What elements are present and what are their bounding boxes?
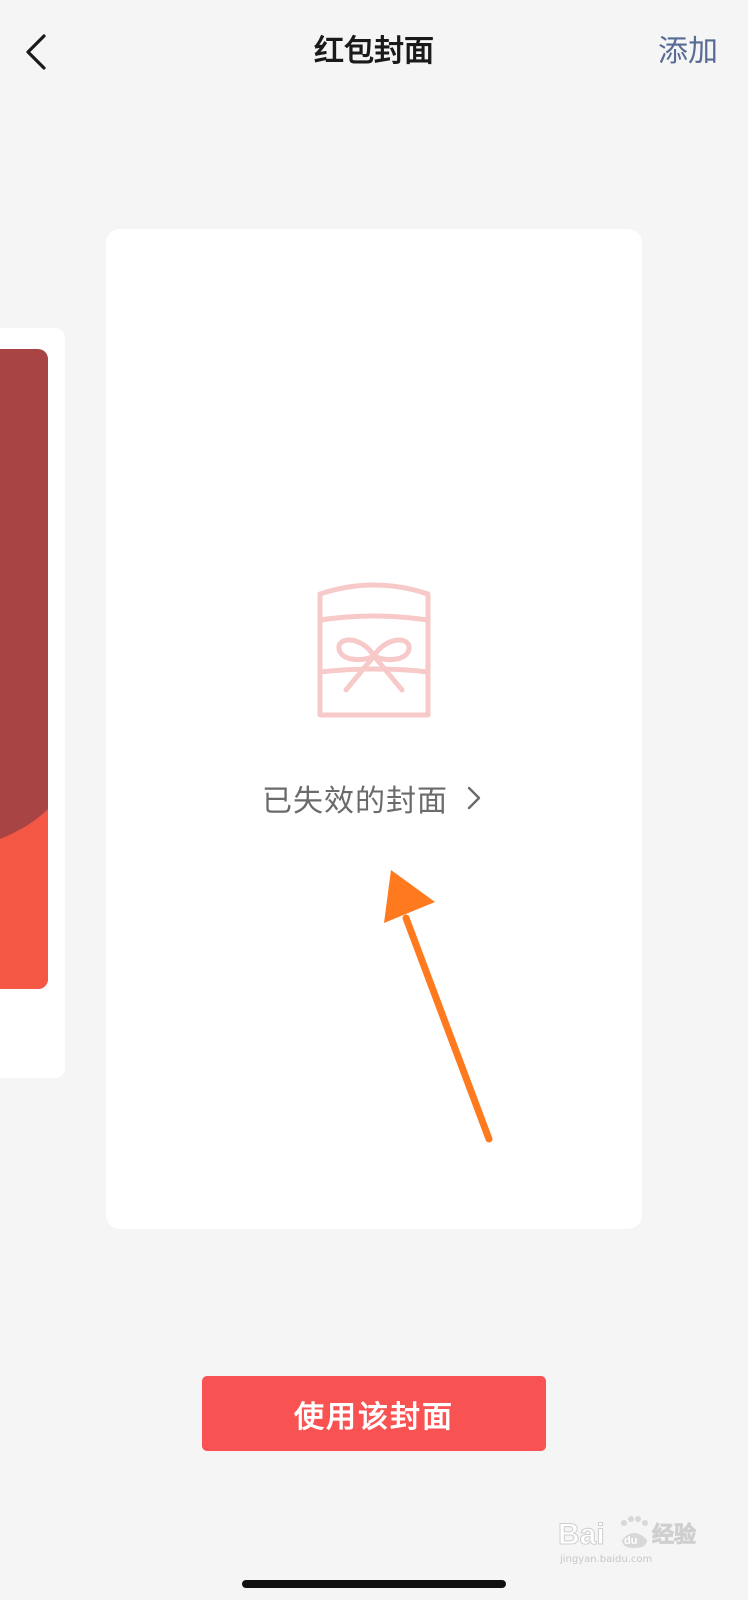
baidu-jingyan-watermark: Bai du 经验 jingyan.baidu.com xyxy=(558,1516,696,1565)
red-packet-gift-icon xyxy=(317,582,431,718)
home-indicator xyxy=(242,1580,506,1588)
use-cover-button[interactable]: 使用该封面 xyxy=(202,1376,546,1451)
previous-cover-image xyxy=(0,349,48,989)
annotation-arrow xyxy=(384,870,493,1143)
svg-text:jingyan.baidu.com: jingyan.baidu.com xyxy=(559,1554,652,1565)
svg-text:du: du xyxy=(624,1535,637,1547)
expired-covers-label: 已失效的封面 xyxy=(262,784,448,819)
page-title: 红包封面 xyxy=(314,34,434,69)
svg-text:经验: 经验 xyxy=(652,1522,696,1548)
expired-covers-link[interactable]: 已失效的封面 xyxy=(262,775,482,821)
svg-text:Bai: Bai xyxy=(558,1518,605,1551)
chevron-right-icon xyxy=(467,786,481,810)
add-button[interactable]: 添加 xyxy=(658,30,718,74)
